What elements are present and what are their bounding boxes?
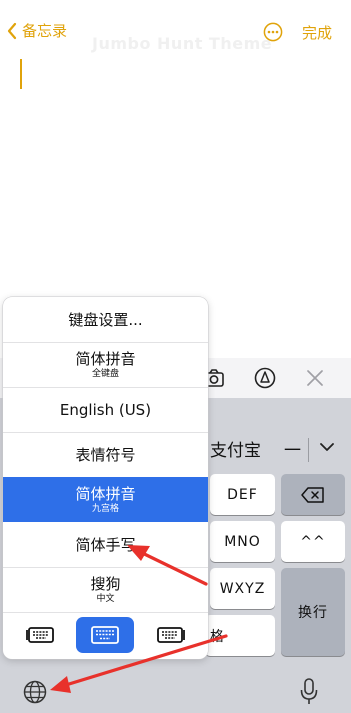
candidate-word[interactable]: 支付宝 xyxy=(210,436,261,461)
more-options-icon[interactable] xyxy=(263,22,283,42)
menu-item-label: 键盘设置... xyxy=(68,310,143,329)
back-button[interactable]: 备忘录 xyxy=(6,20,67,41)
nav-bar: 备忘录 Jumbo Hunt Theme 完成 xyxy=(0,0,351,60)
menu-item-sublabel: 全键盘 xyxy=(91,368,119,379)
menu-item-english-us[interactable]: English (US) xyxy=(3,387,208,433)
keyboard-center-icon xyxy=(91,626,119,644)
delete-backspace-icon xyxy=(301,486,324,503)
key-caret[interactable]: ^^ xyxy=(281,521,345,562)
menu-item-label: English (US) xyxy=(59,400,152,419)
globe-icon[interactable] xyxy=(23,680,47,704)
input-method-menu: 键盘设置... 简体拼音 全键盘 English (US) 表情符号 简体拼音 … xyxy=(3,297,208,659)
space-key[interactable]: 格 xyxy=(205,615,275,656)
keyboard-right-icon[interactable] xyxy=(156,624,186,646)
menu-item-emoji[interactable]: 表情符号 xyxy=(3,432,208,478)
ghost-title: Jumbo Hunt Theme xyxy=(92,34,273,53)
key-def[interactable]: DEF xyxy=(210,474,275,515)
menu-item-sogou[interactable]: 搜狗 中文 xyxy=(3,567,208,613)
key-mno[interactable]: MNO xyxy=(210,521,275,562)
delete-key[interactable] xyxy=(281,474,345,515)
menu-item-label: 简体手写 xyxy=(75,535,136,554)
menu-item-pinyin-full[interactable]: 简体拼音 全键盘 xyxy=(3,342,208,388)
menu-item-sublabel: 九宫格 xyxy=(91,503,119,514)
back-label: 备忘录 xyxy=(22,22,68,40)
done-button[interactable]: 完成 xyxy=(302,22,332,43)
menu-item-label: 搜狗 xyxy=(90,574,121,593)
text-cursor xyxy=(20,59,22,89)
return-key[interactable]: 换行 xyxy=(281,568,345,656)
menu-item-label: 简体拼音 xyxy=(75,484,136,503)
key-wxyz[interactable]: WXYZ xyxy=(210,568,275,609)
markup-pen-icon[interactable] xyxy=(254,367,276,389)
menu-item-pinyin-9key[interactable]: 简体拼音 九宫格 xyxy=(3,477,208,522)
menu-item-handwriting[interactable]: 简体手写 xyxy=(3,522,208,568)
keyboard-layout-options xyxy=(3,612,208,659)
menu-item-label: 简体拼音 xyxy=(75,349,136,368)
chevron-left-icon xyxy=(7,22,17,39)
menu-item-label: 表情符号 xyxy=(75,445,136,464)
candidate-dash[interactable]: 一 xyxy=(284,436,301,461)
keyboard-left-icon[interactable] xyxy=(25,624,55,646)
chevron-down-icon[interactable] xyxy=(320,442,334,452)
microphone-icon[interactable] xyxy=(299,678,319,706)
keyboard-center-button[interactable] xyxy=(76,617,134,653)
menu-item-keyboard-settings[interactable]: 键盘设置... xyxy=(3,297,208,343)
menu-item-sublabel: 中文 xyxy=(96,593,115,604)
close-icon[interactable] xyxy=(304,367,326,389)
candidate-divider xyxy=(308,438,309,462)
